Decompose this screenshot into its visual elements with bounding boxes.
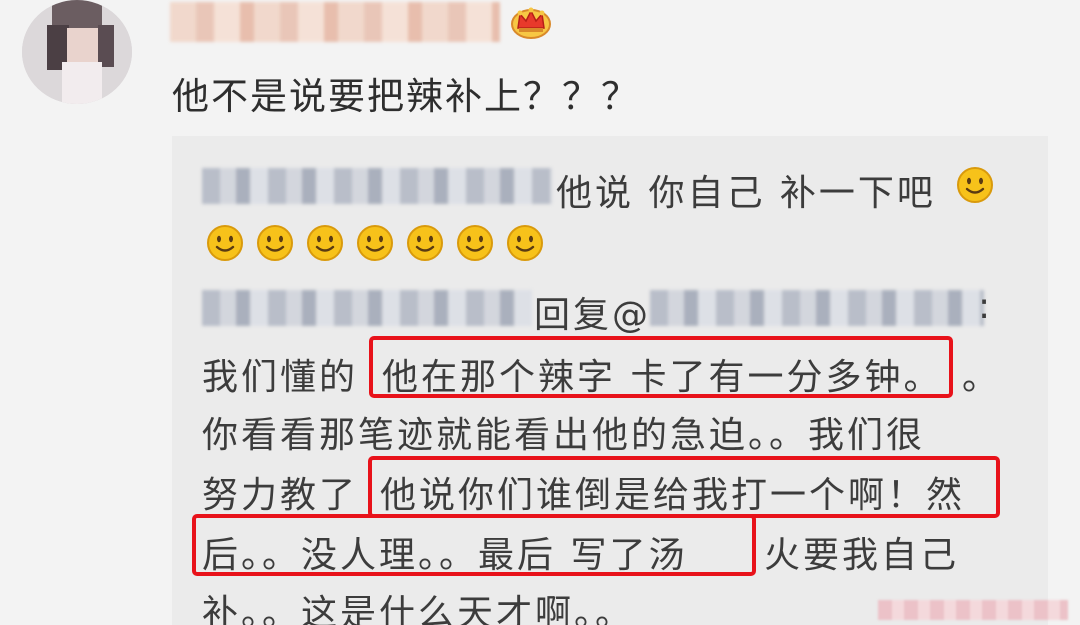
- smiley-emoji-icon: [207, 225, 243, 261]
- body-text-segment: 努力教了: [202, 475, 359, 516]
- smiley-emoji-icon: [957, 167, 993, 203]
- body-text-segment: 我们懂的: [202, 357, 359, 398]
- blurred-replier-name[interactable]: [202, 290, 532, 326]
- reply-prefix: 回复@: [534, 295, 652, 336]
- smiley-emoji-icon: [407, 225, 443, 261]
- blurred-mentioned-user[interactable]: [650, 290, 984, 326]
- smiley-emoji-icon: [457, 225, 493, 261]
- crown-icon: [511, 7, 551, 39]
- body-text-line: 补。。这是什么天才啊。。: [202, 593, 635, 625]
- smiley-emoji-icon: [307, 225, 343, 261]
- blurred-username-line1[interactable]: [202, 168, 552, 204]
- smiley-emoji-icon: [507, 225, 543, 261]
- body-text-segment: 。: [962, 357, 1002, 398]
- highlighted-text: 后。。没人理。。最后 写了汤: [202, 535, 688, 576]
- user-avatar[interactable]: [22, 0, 132, 104]
- highlighted-text: 他说你们谁倒是给我打一个啊！然: [380, 475, 966, 516]
- highlighted-text: 他在那个辣字 卡了有一分多钟。: [382, 357, 943, 398]
- smiley-emoji-icon: [257, 225, 293, 261]
- screenshot-root: 他不是说要把辣补上？？？ 他说 你自己 补一下吧 回复@ : 我们懂的 他在那个…: [0, 0, 1080, 625]
- comment-text: 他不是说要把辣补上？？？: [172, 75, 640, 118]
- smiley-emoji-icon: [357, 225, 393, 261]
- blurred-username[interactable]: [170, 2, 500, 42]
- reply-colon: :: [978, 286, 994, 327]
- reply-line1-text: 他说 你自己 补一下吧: [556, 173, 936, 214]
- body-text-line: 你看看那笔迹就能看出他的急迫。。我们很: [202, 415, 926, 456]
- blurred-watermark: [878, 600, 1068, 620]
- body-text-segment: 火要我自己: [764, 535, 960, 576]
- quoted-reply-box: 他说 你自己 补一下吧 回复@ : 我们懂的 他在那个辣字 卡了有一分多钟。 。…: [172, 136, 1048, 625]
